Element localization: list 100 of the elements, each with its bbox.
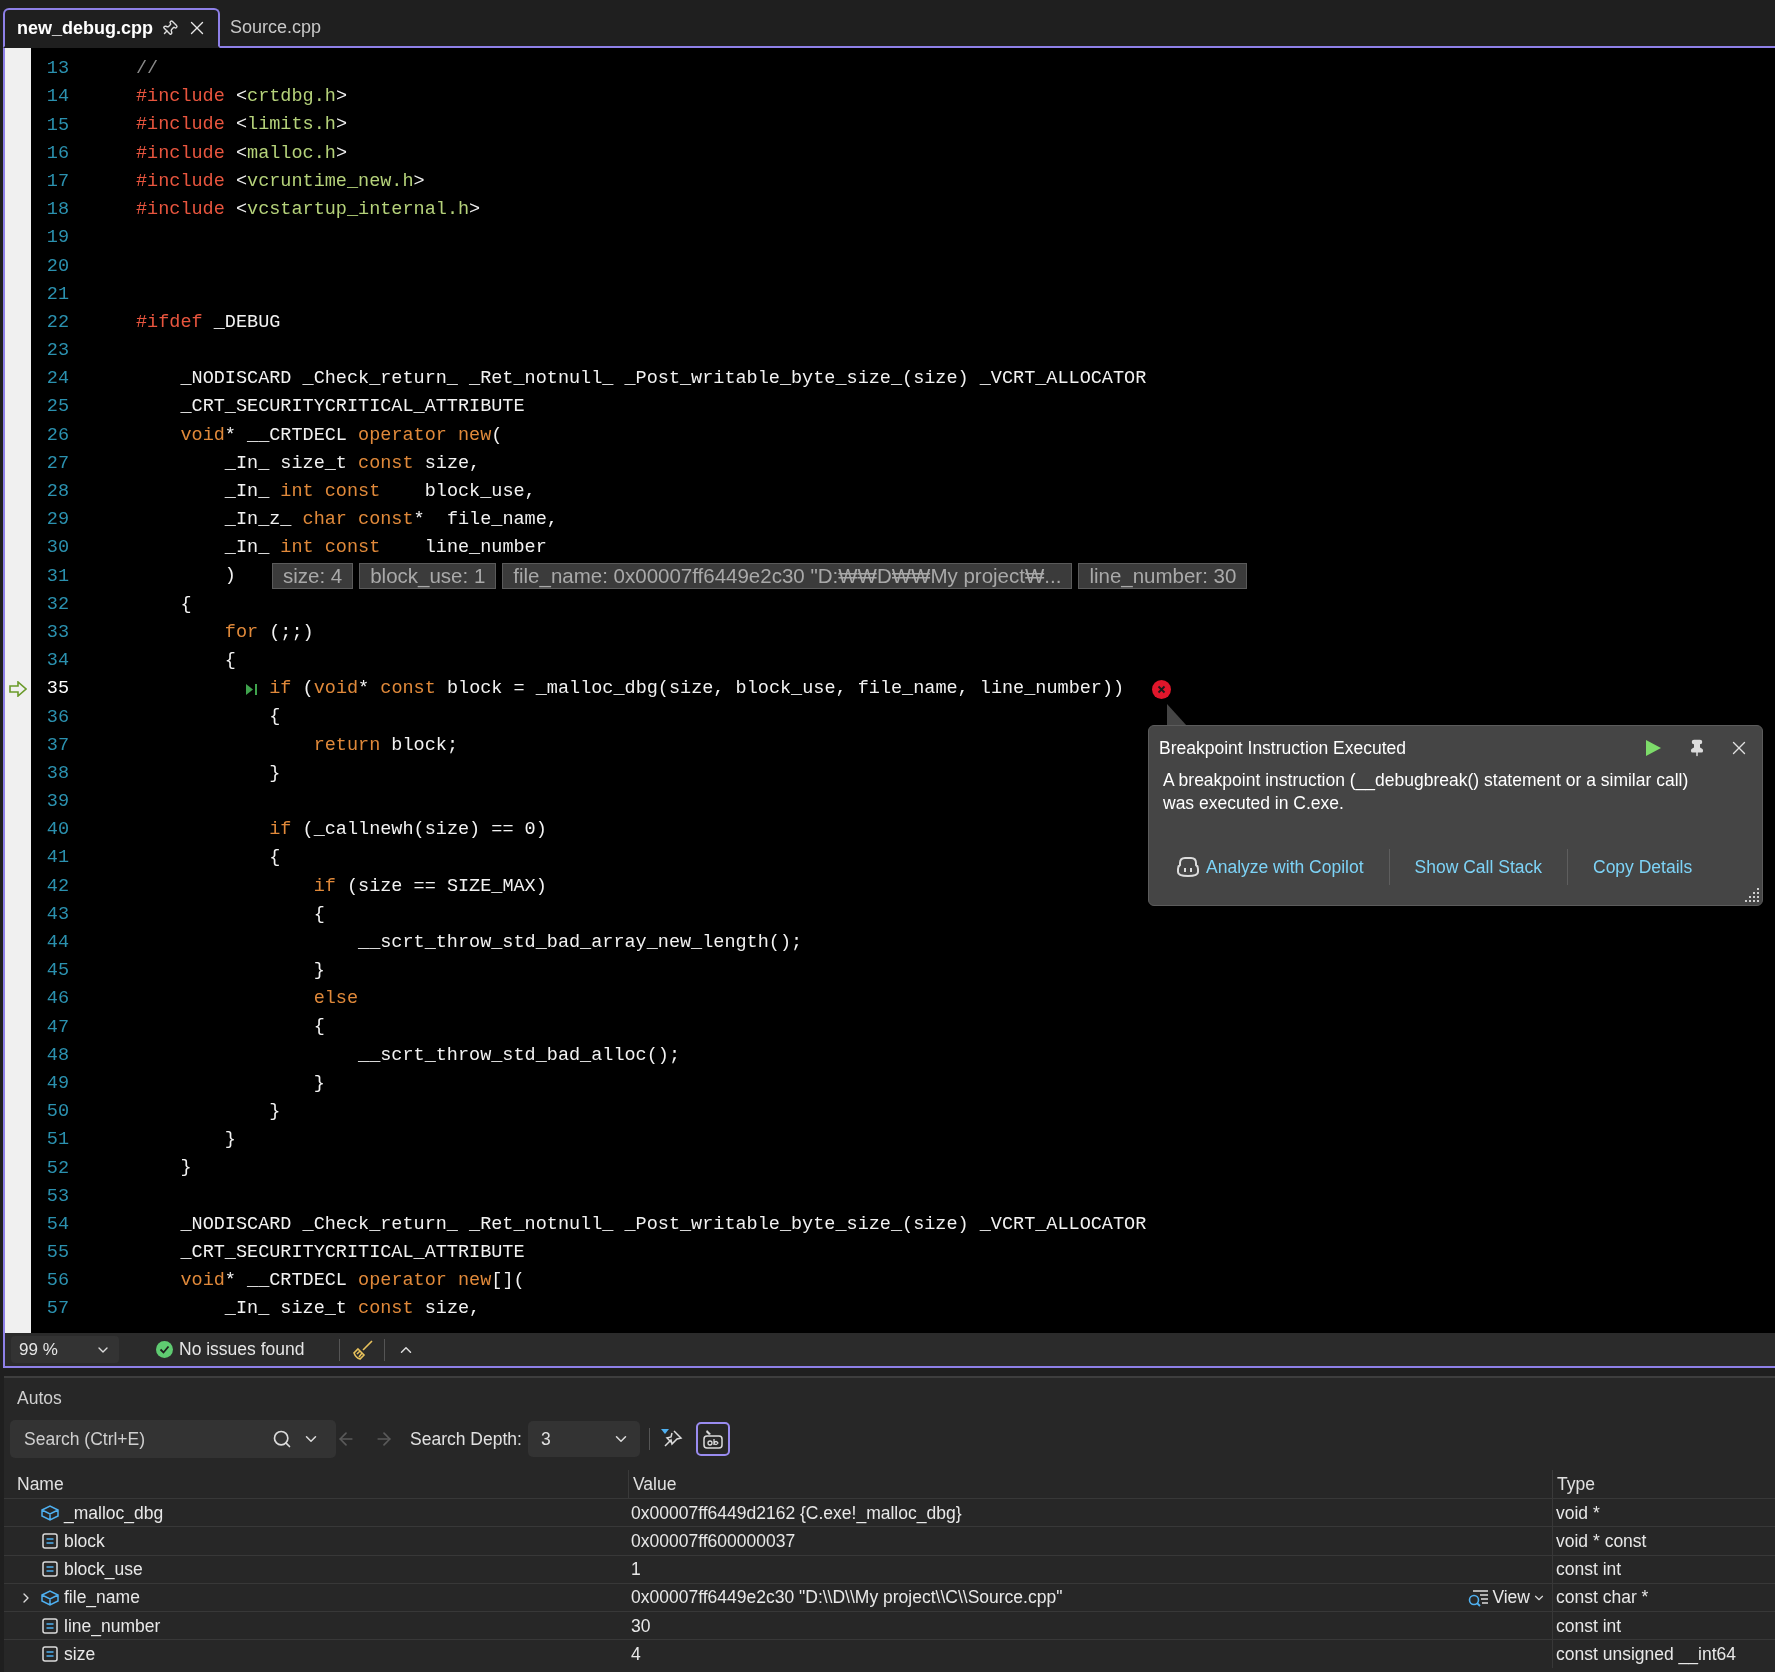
line-number: 26 xyxy=(46,423,69,448)
popup-message: A breakpoint instruction (__debugbreak() statement or a similar call) was executed in C.exe. xyxy=(1162,769,1690,815)
resize-grip-icon[interactable] xyxy=(1745,888,1759,902)
magnifier-list-icon xyxy=(1468,1588,1491,1607)
line-number: 39 xyxy=(46,790,69,815)
code-line: } xyxy=(269,1100,281,1125)
datatip[interactable]: block_use: 1 xyxy=(359,563,497,590)
line-number: 56 xyxy=(46,1269,69,1294)
code-line: _CRT_SECURITYCRITICAL_ATTRIBUTE xyxy=(180,395,525,420)
line-number: 51 xyxy=(46,1128,69,1153)
line-number: 57 xyxy=(46,1297,69,1322)
zoom-dropdown[interactable]: 99 % xyxy=(11,1336,119,1363)
code-line: #include <malloc.h> xyxy=(136,141,347,166)
variable-type: const char * xyxy=(1556,1586,1649,1610)
panel-title: Autos xyxy=(17,1386,62,1410)
search-field[interactable]: Search (Ctrl+E) xyxy=(10,1420,336,1458)
editor-tab[interactable]: new_debug.cpp xyxy=(3,8,220,48)
analyze-copilot-button[interactable]: Analyze with Copilot xyxy=(1177,853,1364,881)
line-number: 13 xyxy=(46,57,69,82)
visualizer-button[interactable]: View xyxy=(1468,1584,1546,1611)
code-line: _In_ int const line_number xyxy=(224,536,547,561)
code-line: return block; xyxy=(313,733,458,758)
code-line: ) xyxy=(224,564,236,589)
search-depth-dropdown[interactable]: 3 xyxy=(527,1421,640,1457)
code-line: { xyxy=(269,846,281,871)
variable-type: void * const xyxy=(1556,1529,1647,1553)
code-line: _In_ size_t const size, xyxy=(224,1297,481,1322)
line-number: 42 xyxy=(46,874,69,899)
line-number: 43 xyxy=(46,902,69,927)
cube-icon xyxy=(40,1504,60,1521)
code-line: _NODISCARD _Check_return_ _Ret_notnull_ _Post_writable_byte_size_(size) _VCRT_ALLOCATOR xyxy=(180,367,1147,392)
variable-name: _malloc_dbg xyxy=(64,1501,164,1526)
datatip[interactable]: size: 4 xyxy=(271,563,354,590)
issues-status[interactable]: No issues found xyxy=(179,1336,305,1363)
variable-name: size xyxy=(64,1643,96,1666)
line-number: 38 xyxy=(46,761,69,786)
code-line: { xyxy=(313,1015,325,1040)
code-line: } xyxy=(224,1128,236,1153)
popup-link[interactable]: Show Call Stack xyxy=(1414,853,1542,881)
line-number: 20 xyxy=(46,254,69,279)
code-line: } xyxy=(269,761,281,786)
line-number: 33 xyxy=(46,620,69,645)
format-toggle-button[interactable] xyxy=(695,1422,730,1456)
variable-type: const unsigned __int64 xyxy=(1556,1643,1736,1667)
line-number: 18 xyxy=(46,198,69,223)
variable-value: 0x00007ff6449e2c30 "D:\\D\\My project\\C\\Source.cpp" xyxy=(631,1586,1063,1610)
variable-type: const int xyxy=(1556,1558,1622,1582)
code-line: #include <vcruntime_new.h> xyxy=(136,169,425,194)
variable-value: 1 xyxy=(631,1558,641,1582)
line-number: 24 xyxy=(46,367,69,392)
column-header[interactable]: Name xyxy=(17,1470,64,1498)
line-number: 31 xyxy=(46,564,69,589)
variable-value: 4 xyxy=(631,1643,641,1666)
copilot-icon xyxy=(1177,857,1199,877)
code-line: } xyxy=(180,1156,192,1181)
editor-tab[interactable]: Source.cpp xyxy=(220,8,332,46)
tab-label: Source.cpp xyxy=(230,15,322,39)
code-line: for (;;) xyxy=(224,620,314,645)
line-number: 49 xyxy=(46,1071,69,1096)
line-number: 46 xyxy=(46,987,69,1012)
field-icon xyxy=(42,1646,58,1663)
code-line: _NODISCARD _Check_return_ _Ret_notnull_ _Post_writable_byte_size_(size) _VCRT_ALLOCATOR xyxy=(180,1212,1147,1237)
code-line: { xyxy=(180,592,192,617)
variable-type: void * xyxy=(1556,1501,1600,1525)
code-line: #include <crtdbg.h> xyxy=(136,85,347,110)
line-number: 14 xyxy=(46,85,69,110)
code-line: __scrt_throw_std_bad_array_new_length(); xyxy=(358,930,803,955)
code-line: void* __CRTDECL operator new[]( xyxy=(180,1269,525,1294)
code-line: { xyxy=(313,902,325,927)
field-icon xyxy=(42,1532,58,1549)
code-line: { xyxy=(224,649,236,674)
line-number: 36 xyxy=(46,705,69,730)
line-number: 55 xyxy=(46,1241,69,1266)
popup-link[interactable]: Copy Details xyxy=(1593,853,1693,881)
line-number: 40 xyxy=(46,818,69,843)
pin-icon xyxy=(1688,739,1706,757)
datatip[interactable]: file_name: 0x00007ff6449e2c30 "D:₩₩D₩₩My project₩... xyxy=(502,563,1073,590)
code-line: void* __CRTDECL operator new( xyxy=(180,423,503,448)
line-number: 53 xyxy=(46,1184,69,1209)
code-line: #include <vcstartup_internal.h> xyxy=(136,198,481,223)
column-header[interactable]: Value xyxy=(633,1470,677,1498)
code-line: } xyxy=(313,1071,325,1096)
code-line: _In_ int const block_use, xyxy=(224,479,536,504)
code-line: _CRT_SECURITYCRITICAL_ATTRIBUTE xyxy=(180,1240,525,1265)
variable-name: block_use xyxy=(64,1558,143,1582)
line-number: 37 xyxy=(46,733,69,758)
column-header[interactable]: Type xyxy=(1557,1470,1595,1498)
variable-value: 0x00007ff6449d2162 {C.exe!_malloc_dbg} xyxy=(631,1501,962,1526)
check-circle-icon xyxy=(156,1341,173,1358)
line-number: 47 xyxy=(46,1015,69,1040)
line-number: 52 xyxy=(46,1156,69,1181)
run-to-click-icon[interactable] xyxy=(245,683,258,697)
code-line: } xyxy=(313,959,325,984)
code-line: // xyxy=(136,57,159,82)
variable-name: line_number xyxy=(64,1614,161,1639)
variable-type: const int xyxy=(1556,1614,1622,1638)
cube-icon xyxy=(40,1589,60,1606)
datatip[interactable]: line_number: 30 xyxy=(1078,563,1248,590)
broom-icon[interactable] xyxy=(351,1338,374,1361)
variable-name: block xyxy=(64,1529,105,1553)
